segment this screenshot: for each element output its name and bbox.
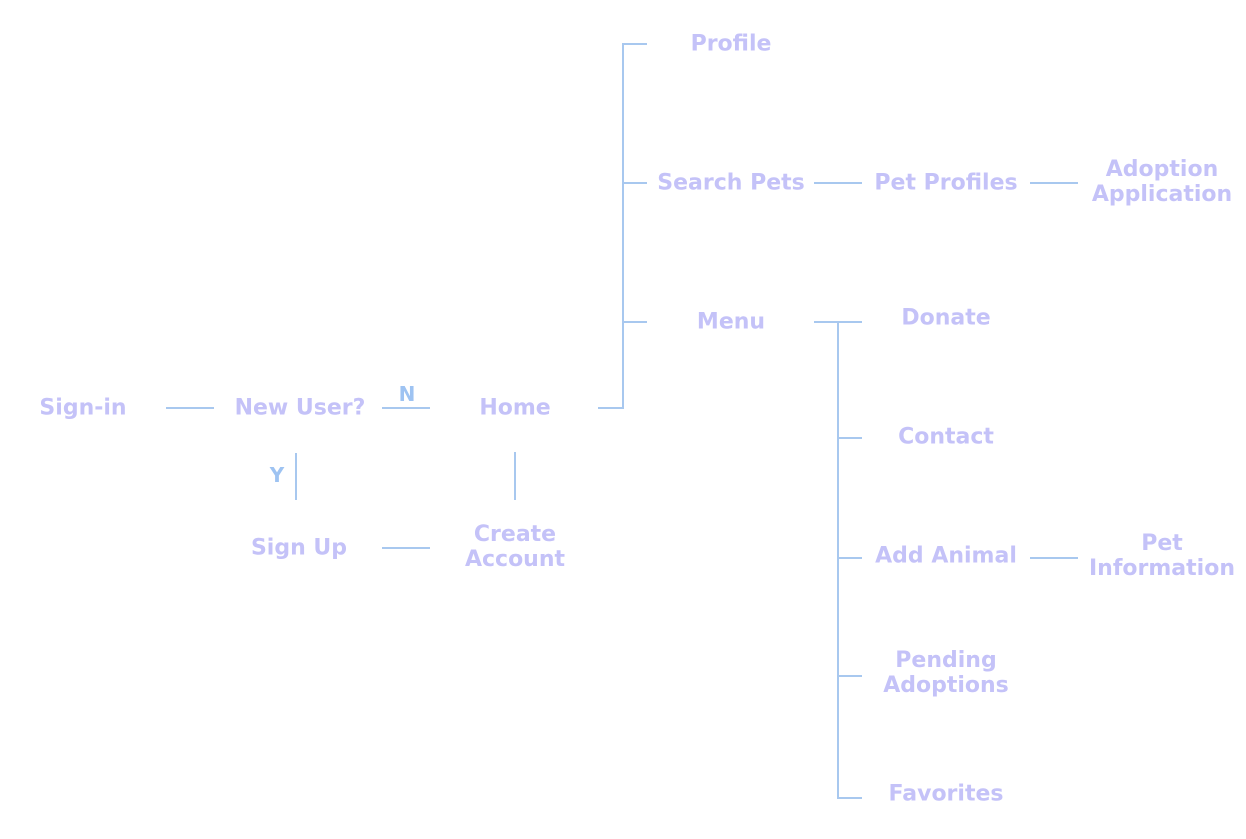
node-search-pets: Search Pets bbox=[657, 170, 805, 196]
node-profile: Profile bbox=[690, 31, 772, 57]
node-adoption-application-line-1: Adoption bbox=[1105, 157, 1219, 182]
node-pending-adoptions-line-2: Adoptions bbox=[883, 673, 1009, 698]
node-pending-adoptions-line-1: Pending bbox=[895, 648, 997, 673]
node-pet-information-line-1: Pet bbox=[1141, 531, 1183, 556]
edge-label-yes: Y bbox=[269, 463, 285, 487]
node-donate: Donate bbox=[901, 305, 991, 331]
node-pet-profiles: Pet Profiles bbox=[874, 170, 1018, 196]
node-add-animal: Add Animal bbox=[875, 543, 1017, 569]
user-flow-diagram: Sign-in New User? Home Sign Up Create Ac… bbox=[0, 0, 1246, 839]
node-create-account-line-2: Account bbox=[464, 547, 566, 572]
node-pet-information-line-2: Information bbox=[1089, 556, 1235, 581]
edge-label-no: N bbox=[398, 382, 416, 406]
node-menu: Menu bbox=[696, 309, 766, 335]
node-new-user: New User? bbox=[234, 395, 366, 421]
node-sign-in: Sign-in bbox=[39, 395, 127, 421]
node-favorites: Favorites bbox=[888, 781, 1004, 807]
node-pet-information: Pet Information bbox=[1089, 531, 1235, 581]
node-contact: Contact bbox=[898, 424, 994, 450]
node-adoption-application-line-2: Application bbox=[1091, 182, 1233, 207]
node-pending-adoptions: Pending Adoptions bbox=[883, 648, 1009, 698]
node-sign-up: Sign Up bbox=[250, 535, 348, 561]
node-home: Home bbox=[479, 395, 551, 421]
node-adoption-application: Adoption Application bbox=[1092, 157, 1232, 207]
node-create-account: Create Account bbox=[465, 522, 565, 572]
node-create-account-line-1: Create bbox=[473, 522, 557, 547]
connector-lines bbox=[166, 43, 1078, 799]
